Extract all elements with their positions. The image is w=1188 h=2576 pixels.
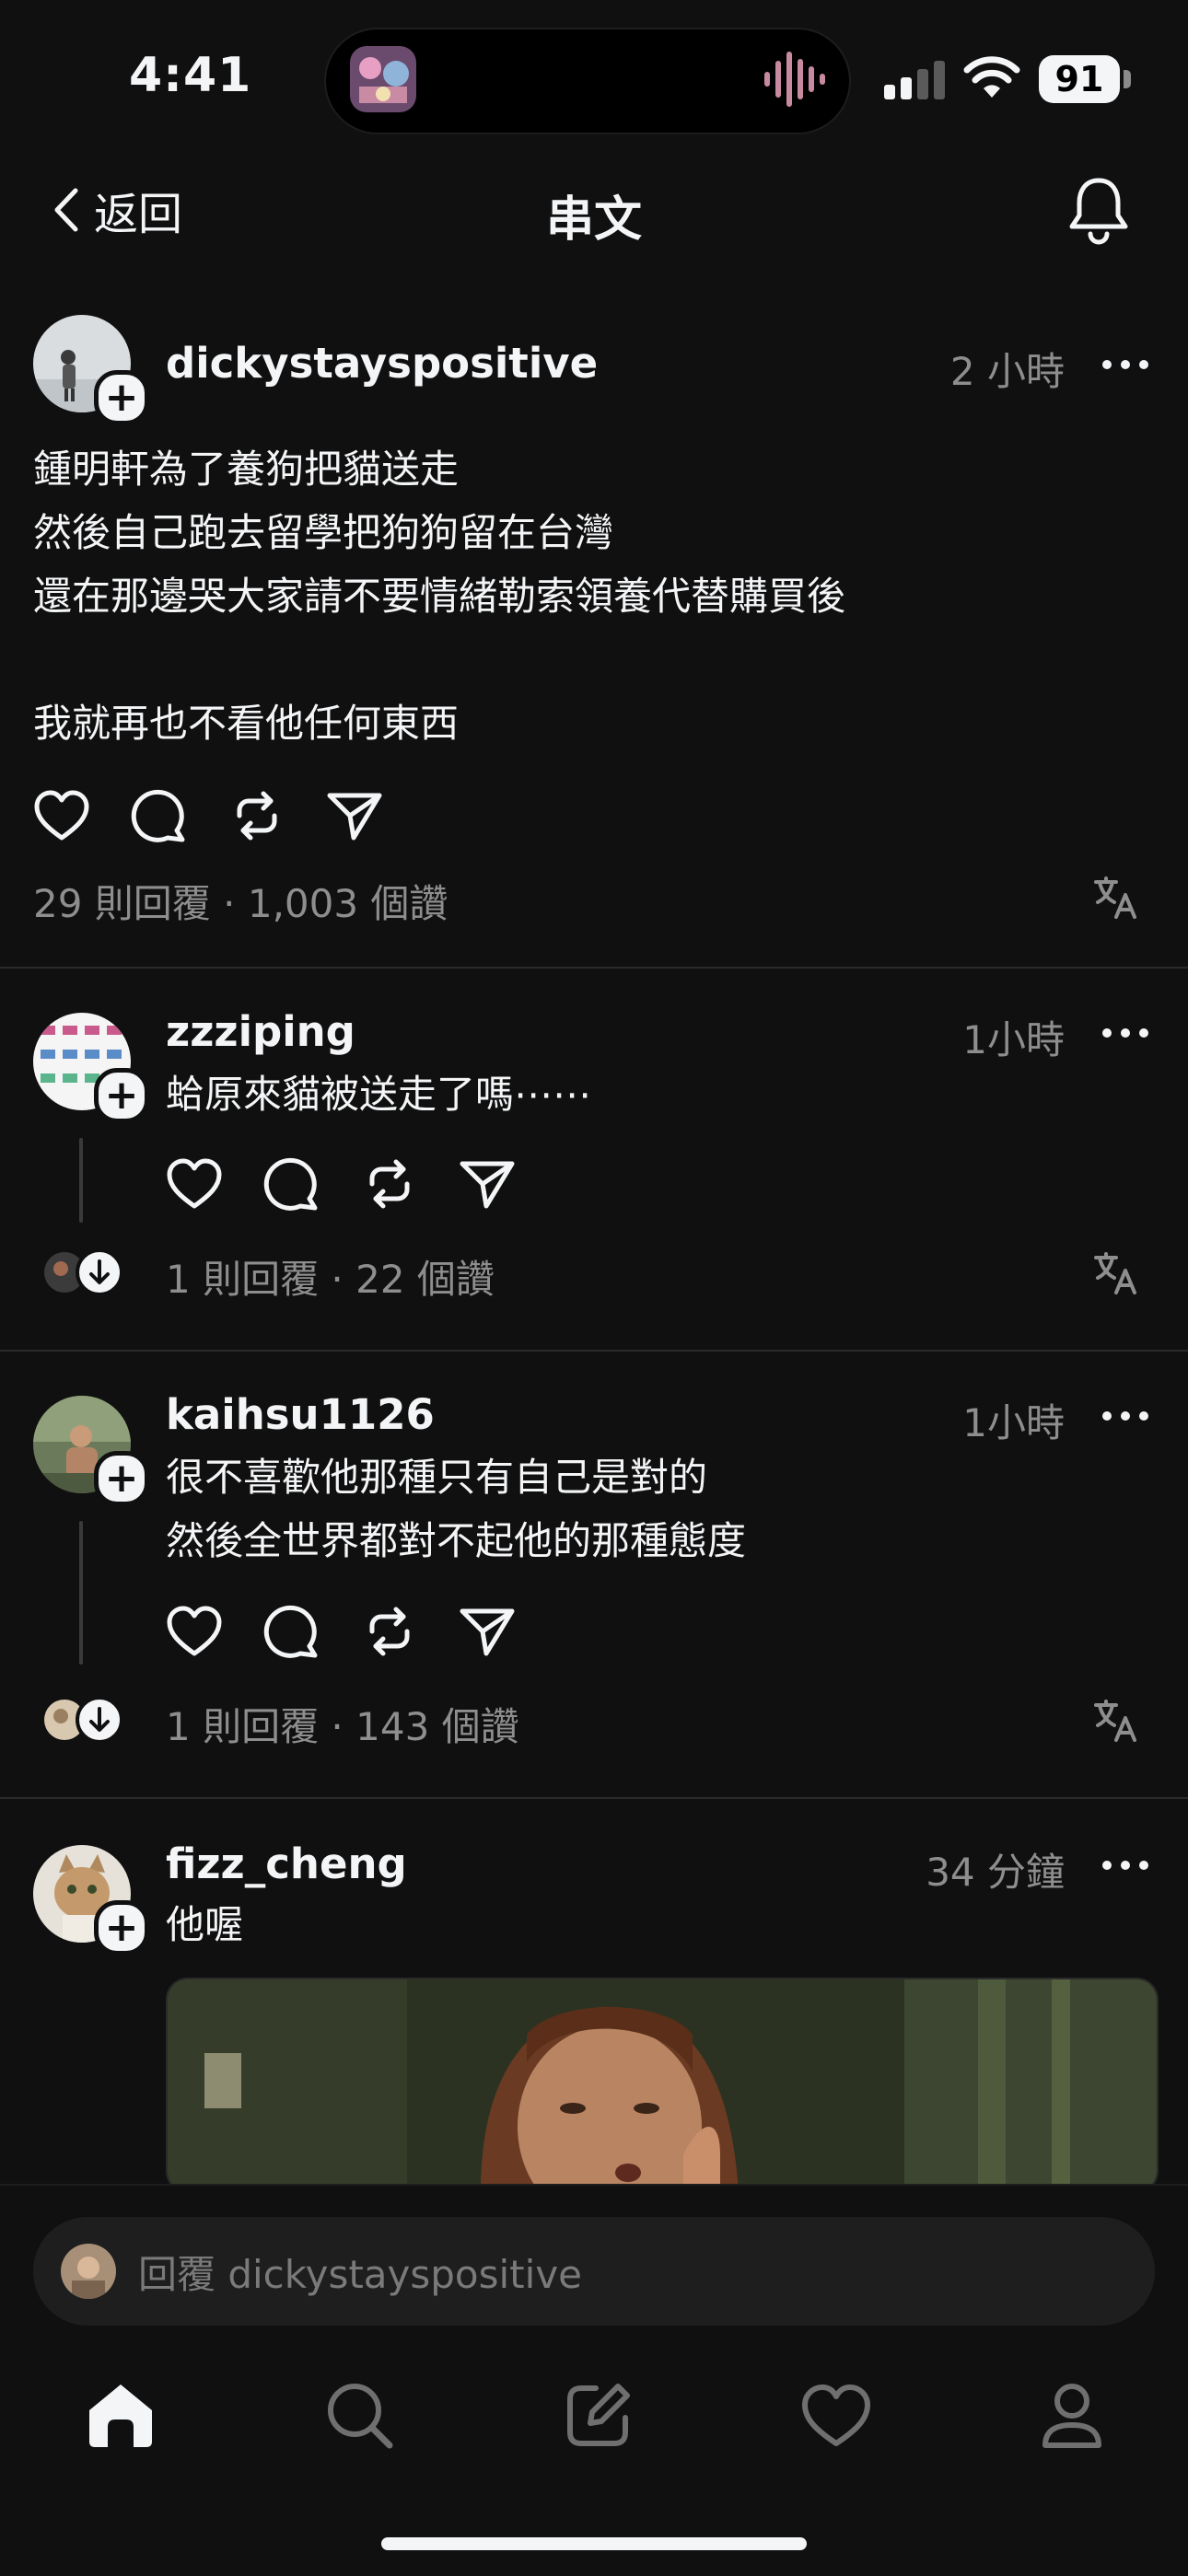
post-actions [33, 788, 383, 843]
now-playing-artwork[interactable] [350, 46, 416, 112]
like-heart-icon[interactable] [166, 1604, 223, 1659]
reply-actions [166, 1156, 516, 1212]
reply-body: 很不喜歡他那種只有自己是對的 然後全世界都對不起他的那種態度 [166, 1455, 747, 1563]
battery-indicator: 91 [1039, 55, 1120, 103]
reply-avatars[interactable] [41, 1696, 123, 1744]
notification-bell-icon[interactable] [1066, 175, 1131, 245]
follow-plus-icon[interactable]: + [94, 370, 149, 425]
post-body: 鍾明軒為了養狗把貓送走 然後自己跑去留學把狗狗留在台灣 還在那邊哭大家請不要情緒… [33, 447, 846, 746]
reply-username[interactable]: fizz_cheng [166, 1839, 407, 1888]
repost-icon[interactable] [361, 1604, 418, 1659]
reply-actions [166, 1604, 516, 1659]
reply-placeholder: 回覆 dickystayspositive [138, 2251, 583, 2297]
translate-icon[interactable] [1092, 1698, 1138, 1744]
divider [0, 1797, 1188, 1799]
reply-time: 1小時 [962, 1400, 1065, 1445]
status-time: 4:41 [129, 48, 252, 103]
compose-icon[interactable] [563, 2381, 633, 2451]
my-avatar [61, 2244, 116, 2299]
reply-time: 1小時 [962, 1017, 1065, 1062]
repost-icon[interactable] [228, 788, 285, 843]
reply-body: 他喔 [166, 1902, 244, 1947]
more-options-icon[interactable] [1098, 1847, 1153, 1884]
audio-waveform-icon [763, 48, 825, 110]
divider [0, 967, 1188, 969]
comment-icon[interactable] [263, 1156, 320, 1212]
wifi-icon [963, 55, 1020, 99]
post-stats[interactable]: 29 則回覆 · 1,003 個讚 [33, 873, 448, 929]
reply-avatars[interactable] [41, 1248, 123, 1296]
page-title: 串文 [545, 192, 642, 248]
reply-username[interactable]: zzziping [166, 1007, 355, 1056]
reply-time: 34 分鐘 [926, 1850, 1065, 1895]
repost-icon[interactable] [361, 1156, 418, 1212]
search-icon[interactable] [325, 2381, 395, 2451]
more-options-icon[interactable] [1098, 1398, 1153, 1434]
follow-plus-icon[interactable]: + [94, 1068, 149, 1123]
reply-stats[interactable]: 1 則回覆 · 143 個讚 [166, 1696, 519, 1752]
reply-stats[interactable]: 1 則回覆 · 22 個讚 [166, 1248, 495, 1305]
reply-username[interactable]: kaihsu1126 [166, 1390, 435, 1439]
thread-line [79, 1138, 83, 1223]
follow-plus-icon[interactable]: + [94, 1900, 149, 1955]
activity-heart-icon[interactable] [800, 2383, 872, 2449]
profile-icon[interactable] [1040, 2381, 1104, 2451]
divider [0, 1350, 1188, 1352]
battery-cap [1124, 70, 1131, 88]
home-icon[interactable] [84, 2381, 157, 2451]
post-username[interactable]: dickystayspositive [166, 339, 598, 388]
follow-plus-icon[interactable]: + [94, 1451, 149, 1506]
home-indicator[interactable] [381, 2537, 807, 2550]
comment-icon[interactable] [131, 788, 188, 843]
thread-line [79, 1521, 83, 1665]
cellular-signal-icon [884, 61, 945, 99]
share-send-icon[interactable] [459, 1604, 516, 1659]
like-heart-icon[interactable] [166, 1156, 223, 1212]
share-send-icon[interactable] [459, 1156, 516, 1212]
reply-image[interactable] [166, 1978, 1159, 2193]
reply-input[interactable]: 回覆 dickystayspositive [33, 2217, 1155, 2326]
tab-bar [0, 2375, 1188, 2456]
translate-icon[interactable] [1092, 1250, 1138, 1296]
post-time: 2 小時 [949, 349, 1065, 394]
more-options-icon[interactable] [1098, 346, 1153, 383]
comment-icon[interactable] [263, 1604, 320, 1659]
like-heart-icon[interactable] [33, 788, 90, 843]
reply-body: 蛤原來貓被送走了嗎⋯⋯ [166, 1072, 592, 1117]
share-send-icon[interactable] [326, 788, 383, 843]
more-options-icon[interactable] [1098, 1015, 1153, 1051]
translate-icon[interactable] [1092, 875, 1138, 921]
